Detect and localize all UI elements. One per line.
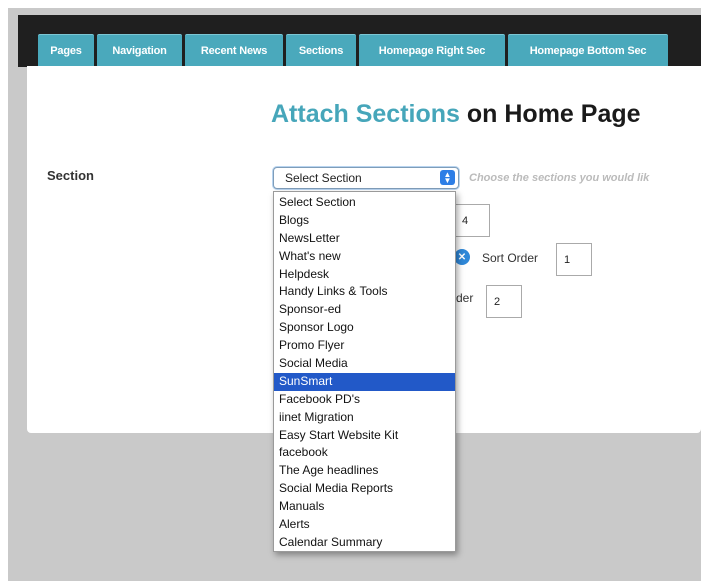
dropdown-option[interactable]: Easy Start Website Kit [274,427,455,445]
close-circle-icon[interactable]: ✕ [454,249,470,265]
sort-order-label: Sort Order [482,251,539,265]
tab-homepage-bottom-sec[interactable]: Homepage Bottom Sec [508,34,668,66]
section-hint: Choose the sections you would lik [469,172,650,184]
dropdown-option[interactable]: SunSmart [274,372,455,391]
section-label: Section [47,168,94,183]
dropdown-option[interactable]: Calendar Summary [274,534,455,552]
dropdown-option[interactable]: What's new [274,248,455,266]
dropdown-option[interactable]: The Age headlines [274,462,455,480]
dropdown-option[interactable]: Sponsor-ed [274,301,455,319]
tab-pages[interactable]: Pages [38,34,94,66]
dropdown-option[interactable]: Manuals [274,498,455,516]
dropdown-option[interactable]: facebook [274,444,455,462]
updown-chevron-icon: ▲ ▼ [440,170,455,185]
dropdown-option[interactable]: Helpdesk [274,266,455,284]
dropdown-option[interactable]: Promo Flyer [274,337,455,355]
dropdown-option[interactable]: iinet Migration [274,409,455,427]
dropdown-option[interactable]: NewsLetter [274,230,455,248]
dropdown-option[interactable]: Select Section [274,194,455,212]
order-input[interactable]: 2 [486,285,522,318]
dropdown-option[interactable]: Sponsor Logo [274,319,455,337]
page-title: Attach Sections on Home Page [271,100,641,128]
tab-sections[interactable]: Sections [286,34,356,66]
dropdown-option[interactable]: Facebook PD's [274,391,455,409]
dropdown-option[interactable]: Social Media Reports [274,480,455,498]
dropdown-option[interactable]: Handy Links & Tools [274,283,455,301]
sort-order-input[interactable]: 1 [556,243,592,276]
order-label: der [456,291,474,305]
section-dropdown-list: Select Section Blogs NewsLetter What's new H… [273,191,456,552]
dropdown-option[interactable]: Alerts [274,516,455,534]
dropdown-option[interactable]: Social Media [274,355,455,373]
tab-homepage-right-sec[interactable]: Homepage Right Sec [359,34,505,66]
value-input-top[interactable]: 4 [454,204,490,237]
tab-navigation[interactable]: Navigation [97,34,182,66]
tab-recent-news[interactable]: Recent News [185,34,283,66]
dropdown-option[interactable]: Blogs [274,212,455,230]
tab-bar: Pages Navigation Recent News Sections Ho… [38,34,671,66]
section-select[interactable]: Select Section ▲ ▼ [273,167,459,189]
section-select-value: Select Section [285,171,362,185]
